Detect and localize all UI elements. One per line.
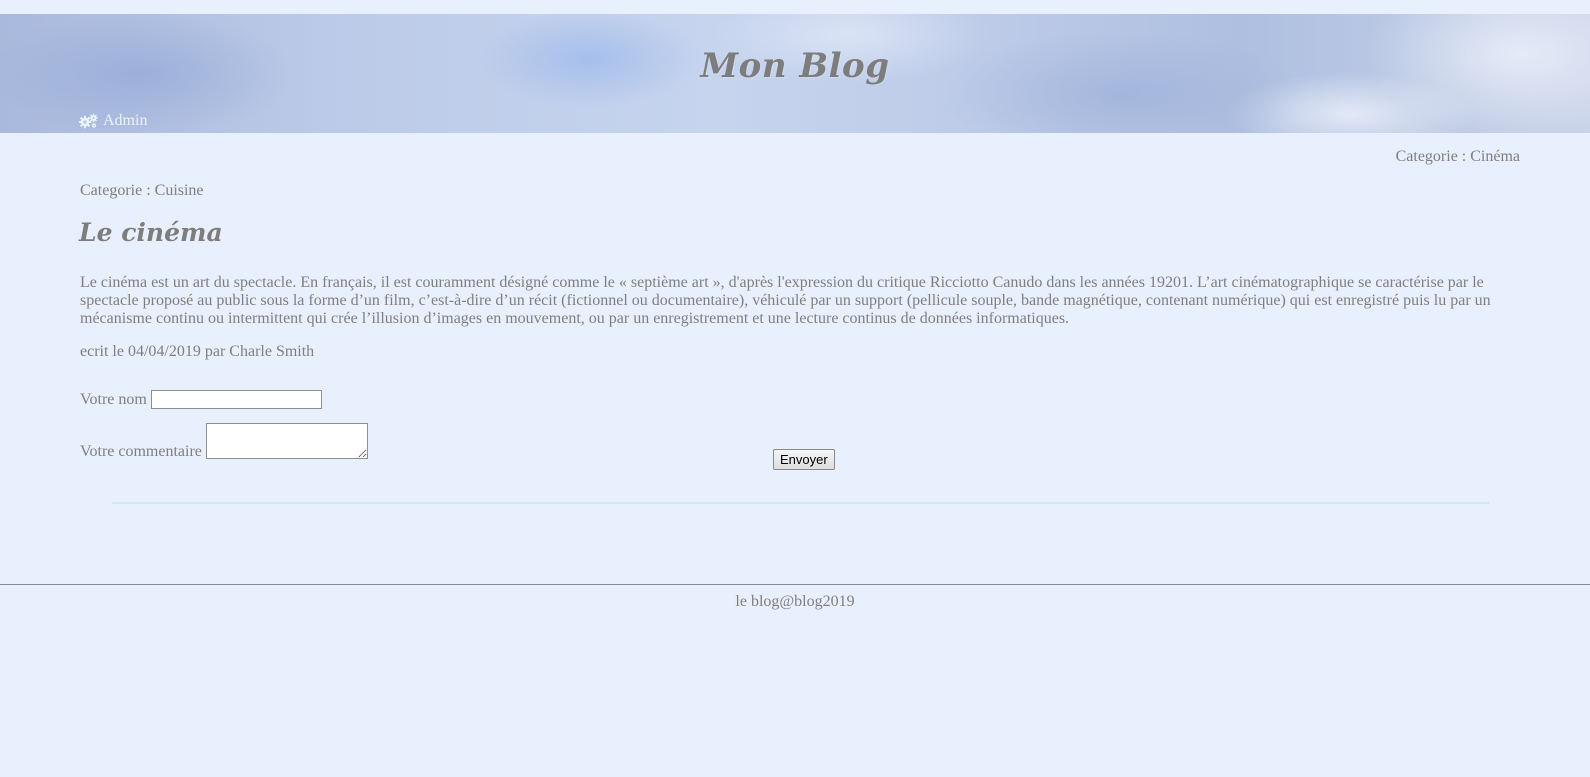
category-cuisine-link[interactable]: Categorie : Cuisine	[80, 182, 204, 200]
name-input[interactable]	[150, 390, 322, 409]
send-button[interactable]: Envoyer	[773, 449, 835, 470]
footer-text: le blog@blog2019	[735, 593, 855, 610]
divider	[112, 502, 1489, 504]
admin-label: Admin	[103, 112, 148, 129]
category-cinema-link[interactable]: Categorie : Cinéma	[1396, 148, 1520, 166]
name-row: Votre nom	[80, 390, 322, 409]
admin-link[interactable]: Admin	[79, 112, 147, 130]
post-meta: ecrit le 04/04/2019 par Charle Smith	[80, 343, 315, 360]
post-body: Le cinéma est un art du spectacle. En fr…	[80, 274, 1491, 327]
comment-row: Votre commentaire	[80, 423, 368, 460]
comment-label: Votre commentaire	[80, 443, 202, 460]
gears-icon	[79, 113, 99, 129]
comment-textarea[interactable]	[205, 423, 368, 459]
site-title: Mon Blog	[700, 46, 890, 86]
post-title: Le cinéma	[79, 218, 223, 247]
site-header: Mon Blog Admin	[0, 14, 1590, 133]
footer-divider	[0, 584, 1590, 585]
name-label: Votre nom	[80, 390, 147, 408]
